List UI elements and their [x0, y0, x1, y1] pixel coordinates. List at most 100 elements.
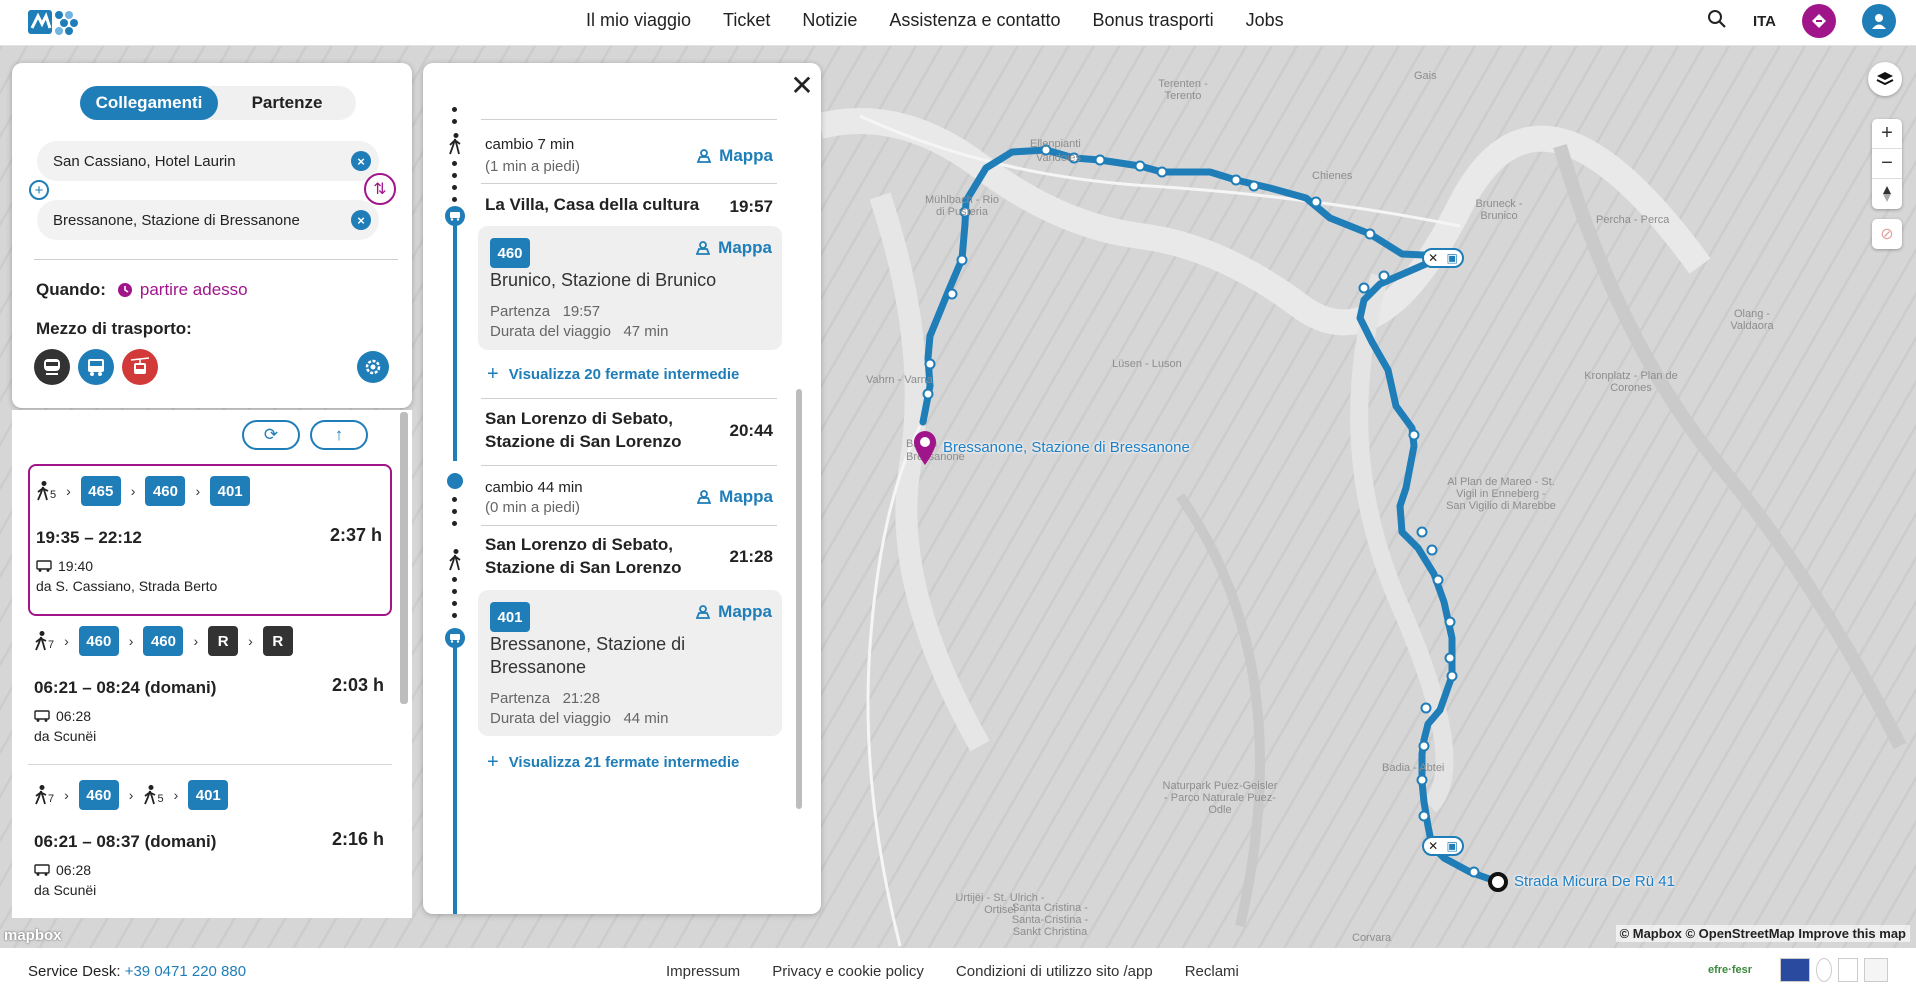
map-attribution[interactable]: © Mapbox © OpenStreetMap Improve this ma… [1615, 925, 1910, 942]
transfer-icon[interactable]: ✕ ▣ [1422, 836, 1464, 856]
stop-name-line2: Stazione di San Lorenzo [485, 558, 682, 577]
location-button[interactable]: ⊘ [1872, 219, 1902, 249]
leg-card: 460 Mappa Brunico, Stazione di Brunico P… [478, 226, 782, 350]
swap-icon[interactable]: ⇅ [364, 173, 396, 205]
stop-time: 21:28 [729, 547, 773, 566]
bus-icon[interactable] [78, 349, 114, 385]
user-icon[interactable] [1862, 4, 1896, 38]
layers-button[interactable] [1868, 62, 1902, 96]
when-selector[interactable]: partire adesso [117, 280, 248, 300]
transfer-icon[interactable]: ✕ ▣ [1422, 248, 1464, 268]
map-place-label: Chienes [1312, 170, 1353, 182]
map-place-label: Naturpark Puez-Geisler - Parco Naturale … [1162, 780, 1278, 816]
destination-label: Bressanone, Stazione di Bressanone [943, 439, 1190, 456]
transport-label: Mezzo di trasporto: [36, 319, 192, 338]
map-place-label: Vandoies [1036, 152, 1082, 164]
when-label: Quando: [36, 280, 106, 299]
clock-icon [117, 283, 132, 297]
tab-collegamenti[interactable]: Collegamenti [80, 86, 218, 120]
from-field[interactable]: San Cassiano, Hotel Laurin × [37, 141, 379, 181]
nav-notizie[interactable]: Notizie [802, 9, 857, 31]
when-value: partire adesso [139, 280, 248, 299]
zoom-in-button[interactable]: + [1872, 119, 1902, 149]
departure-row: 06:28 [34, 862, 91, 878]
map-link[interactable]: Mappa [697, 487, 773, 507]
nav-assistenza[interactable]: Assistenza e contatto [889, 9, 1060, 31]
results-scrollbar[interactable] [400, 412, 408, 704]
language-selector[interactable]: ITA [1753, 13, 1776, 30]
chevron-right-icon: › [64, 787, 69, 803]
line-badge: 465 [80, 476, 121, 506]
map-place-label: Ellenpianti [1030, 138, 1081, 150]
destination-pin-icon[interactable] [912, 430, 938, 471]
change-walk: (1 min a piedi) [485, 158, 581, 175]
map-place-label: Santa Cristina - Santa-Cristina - Sankt … [1011, 902, 1089, 938]
footer-link-conditions[interactable]: Condizioni di utilizzo sito /app [956, 963, 1153, 980]
map-place-label: Al Plan de Mareo - St. Vigil in Enneberg… [1446, 476, 1556, 512]
ticket-icon[interactable] [1802, 4, 1836, 38]
logo[interactable] [26, 6, 84, 38]
search-mode-tabs: Collegamenti Partenze [80, 86, 356, 120]
cable-car-icon[interactable] [122, 349, 158, 385]
italy-emblem-icon [1816, 958, 1832, 982]
search-icon[interactable] [1707, 9, 1727, 34]
person-pin-icon [696, 605, 711, 619]
divider [481, 525, 777, 526]
footer-link-reclami[interactable]: Reclami [1185, 963, 1239, 980]
clear-from-icon[interactable]: × [351, 151, 371, 171]
result-card[interactable]: 7 › 460 › 460 › R › R 06:21 – 08:24 (dom… [28, 622, 392, 772]
line-badge: 401 [188, 780, 229, 810]
service-desk-phone[interactable]: +39 0471 220 880 [125, 963, 246, 980]
footer: Service Desk: +39 0471 220 880 Impressum… [0, 948, 1916, 994]
chevron-right-icon: › [64, 633, 69, 649]
clear-to-icon[interactable]: × [351, 210, 371, 230]
nav-jobs[interactable]: Jobs [1246, 9, 1284, 31]
map-link[interactable]: Mappa [696, 602, 772, 622]
show-intermediate-stops[interactable]: + Visualizza 21 fermate intermedie [487, 751, 739, 774]
gear-icon[interactable] [357, 351, 389, 383]
arrow-up-icon[interactable]: ↑ [310, 420, 368, 450]
person-pin-icon [696, 241, 711, 255]
walk-minutes: 5 [50, 489, 57, 501]
stop-marker [447, 473, 463, 489]
footer-link-impressum[interactable]: Impressum [666, 963, 740, 980]
to-field[interactable]: Bressanone, Stazione di Bressanone × [37, 200, 379, 240]
chevron-right-icon: › [193, 633, 199, 649]
footer-link-privacy[interactable]: Privacy e cookie policy [772, 963, 924, 980]
zoom-out-button[interactable]: − [1872, 149, 1902, 179]
top-bar: Il mio viaggio Ticket Notizie Assistenza… [0, 0, 1916, 46]
tab-partenze[interactable]: Partenze [218, 86, 356, 120]
compass-button[interactable] [1872, 179, 1902, 209]
refresh-icon[interactable]: ⟳ [242, 420, 300, 450]
nav-bonus-trasporti[interactable]: Bonus trasporti [1093, 9, 1214, 31]
add-via-icon[interactable]: + [29, 180, 49, 200]
divider [481, 119, 777, 120]
service-desk: Service Desk: +39 0471 220 880 [28, 963, 247, 980]
person-pin-icon [697, 490, 712, 504]
departure-row: 06:28 [34, 708, 91, 724]
detail-scrollbar[interactable] [795, 107, 803, 897]
show-intermediate-stops[interactable]: + Visualizza 20 fermate intermedie [487, 363, 739, 386]
close-icon[interactable]: ✕ [785, 68, 819, 102]
map-link[interactable]: Mappa [696, 238, 772, 258]
train-icon[interactable] [34, 349, 70, 385]
line-chain: 7 › 460 › 460 › R › R [34, 626, 293, 656]
result-time: 19:35 – 22:12 [36, 528, 142, 547]
map-place-label: Badia - Abtei [1382, 762, 1445, 774]
mapbox-logo[interactable]: mapbox [4, 927, 62, 944]
origin-marker-icon[interactable] [1488, 872, 1508, 892]
walk-icon: 5 [36, 481, 56, 501]
origin-label: Strada Micura De Rü 41 [1514, 873, 1675, 890]
map-link[interactable]: Mappa [697, 146, 773, 166]
divider [481, 465, 777, 466]
departure-stop: da S. Cassiano, Strada Berto [36, 578, 218, 594]
stop-time: 20:44 [729, 421, 773, 440]
nav-ticket[interactable]: Ticket [723, 9, 770, 31]
departure-time: 19:40 [58, 558, 94, 574]
walk-dots [452, 577, 458, 625]
results-actions: ⟳ ↑ [242, 420, 368, 450]
map-place-label: Vahrn - Varna [866, 374, 933, 386]
result-card[interactable]: 5 › 465 › 460 › 401 19:35 – 22:12 2:37 h… [28, 464, 392, 616]
result-card[interactable]: 7 › 460 › 5 › 401 06:21 – 08:37 (domani)… [28, 774, 392, 918]
nav-il-mio-viaggio[interactable]: Il mio viaggio [586, 9, 691, 31]
